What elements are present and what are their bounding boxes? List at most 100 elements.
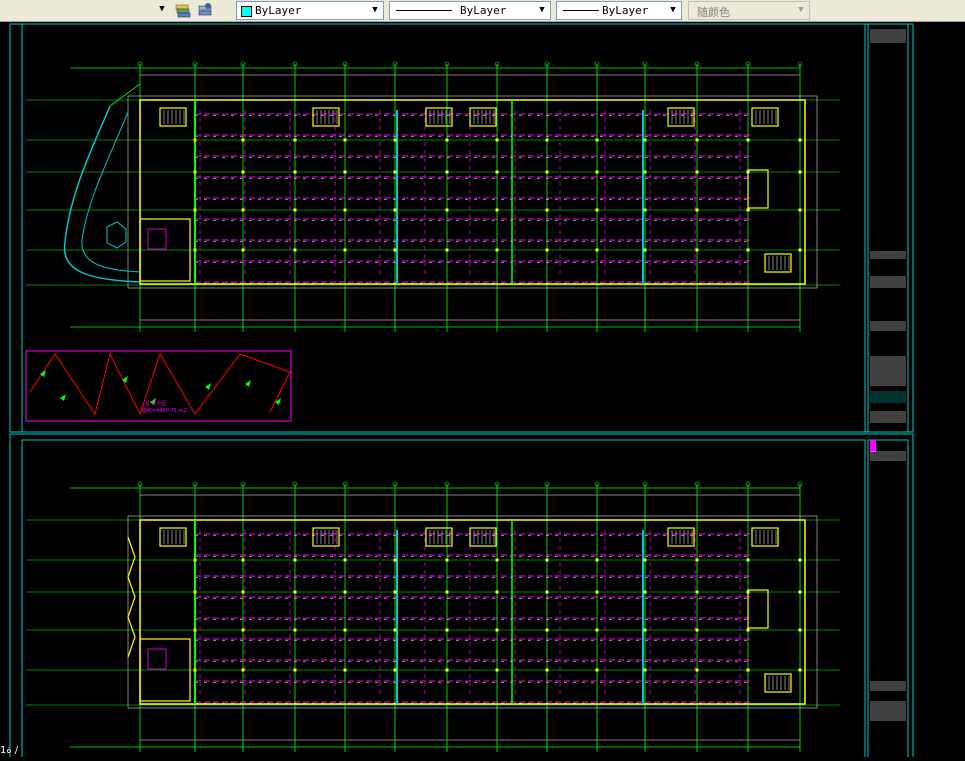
column: [798, 138, 802, 142]
column: [495, 590, 499, 594]
column: [545, 668, 549, 672]
entrance-wall: [127, 536, 136, 658]
column: [746, 628, 750, 632]
column: [798, 248, 802, 252]
evacuation-arrow-icon: [205, 383, 211, 390]
column: [643, 248, 647, 252]
column: [746, 248, 750, 252]
evacuation-arrow-icon: [122, 376, 128, 383]
column: [643, 208, 647, 212]
column: [643, 590, 647, 594]
column: [343, 558, 347, 562]
column: [241, 558, 245, 562]
cad-drawing[interactable]: 总·防火区面积=4400.75 m2: [0, 22, 965, 761]
column: [746, 138, 750, 142]
column: [695, 628, 699, 632]
inset-title: 总·防火区: [145, 400, 167, 407]
column: [545, 248, 549, 252]
color-control-value: ByLayer: [255, 4, 302, 17]
column: [495, 208, 499, 212]
column: [695, 668, 699, 672]
column: [643, 628, 647, 632]
column: [393, 668, 397, 672]
core-room: [147, 648, 167, 670]
layer-previous-icon[interactable]: [174, 2, 192, 19]
column: [595, 208, 599, 212]
building-outline: [139, 99, 806, 285]
column: [393, 208, 397, 212]
linetype-preview-icon: [396, 10, 452, 11]
column: [343, 628, 347, 632]
chevron-down-icon[interactable]: ▼: [156, 1, 168, 18]
layer-states-icon[interactable]: [196, 2, 214, 19]
octagon-planter: [106, 221, 127, 249]
column: [445, 248, 449, 252]
column: [393, 138, 397, 142]
chevron-down-icon[interactable]: ▼: [536, 2, 548, 19]
lineweight-control-dropdown[interactable]: ByLayer ▼: [556, 1, 682, 20]
linetype-control-value: ByLayer: [460, 4, 507, 17]
column: [545, 558, 549, 562]
ramp-curve-inner: [81, 111, 141, 273]
color-swatch-icon: [241, 6, 252, 17]
column: [241, 208, 245, 212]
column: [595, 590, 599, 594]
linetype-control-dropdown[interactable]: ByLayer ▼: [389, 1, 551, 20]
column: [393, 248, 397, 252]
chevron-down-icon[interactable]: ▼: [667, 2, 679, 19]
title-block-bottom: [867, 439, 909, 761]
plotstyle-control-value: 随颜色: [697, 6, 730, 19]
ramp-curve: [63, 105, 141, 283]
plotstyle-control-dropdown: 随颜色 ▼: [688, 1, 810, 20]
column: [643, 668, 647, 672]
column: [343, 138, 347, 142]
column: [746, 668, 750, 672]
column: [595, 628, 599, 632]
column: [241, 668, 245, 672]
column: [495, 170, 499, 174]
column: [393, 628, 397, 632]
column: [241, 248, 245, 252]
command-line[interactable]: ة1 /: [0, 745, 18, 757]
column: [393, 170, 397, 174]
column: [293, 208, 297, 212]
column: [545, 170, 549, 174]
column: [595, 248, 599, 252]
sheet-inner-frame-bottom: [21, 439, 866, 761]
column: [545, 628, 549, 632]
building-outline-offset: [127, 95, 818, 289]
column: [445, 170, 449, 174]
column: [445, 558, 449, 562]
column: [241, 138, 245, 142]
column: [695, 138, 699, 142]
column: [595, 668, 599, 672]
column: [746, 558, 750, 562]
column: [445, 590, 449, 594]
drawing-canvas[interactable]: 总·防火区 面积=4400.75 m2: [0, 22, 965, 761]
column: [343, 590, 347, 594]
column: [445, 668, 449, 672]
evacuation-arrow-icon: [60, 394, 66, 401]
chevron-down-icon[interactable]: ▼: [369, 2, 381, 19]
column: [193, 590, 197, 594]
color-control-dropdown[interactable]: ByLayer ▼: [236, 1, 384, 20]
column: [495, 668, 499, 672]
building-outline-offset: [127, 515, 818, 709]
lineweight-preview-icon: [563, 10, 599, 11]
layer-dropdown[interactable]: ▼: [0, 1, 170, 20]
column: [595, 558, 599, 562]
column: [343, 208, 347, 212]
column: [595, 138, 599, 142]
column: [798, 558, 802, 562]
lineweight-control-value: ByLayer: [602, 4, 649, 17]
core-block: [747, 169, 769, 209]
column: [798, 668, 802, 672]
column: [293, 558, 297, 562]
core-block: [747, 589, 769, 629]
building-outline: [139, 519, 806, 705]
column: [343, 248, 347, 252]
column: [695, 208, 699, 212]
column: [445, 628, 449, 632]
column: [193, 558, 197, 562]
column: [241, 170, 245, 174]
